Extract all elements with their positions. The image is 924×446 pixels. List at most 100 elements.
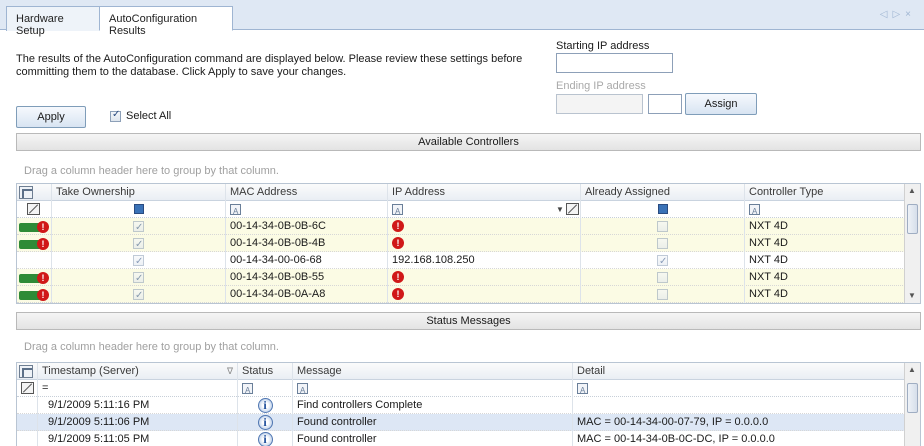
table-row[interactable]: 9/1/2009 5:11:05 PM i Found controller MAC … <box>17 431 905 446</box>
messages-scrollbar[interactable]: ▲ <box>904 363 920 446</box>
take-ownership-cell[interactable] <box>51 218 225 235</box>
info-icon: i <box>257 397 273 413</box>
controllers-header-row: Take Ownership MAC Address IP Address Al… <box>17 184 905 201</box>
mac-address-cell: 00-14-34-0B-0B-55 <box>225 269 387 286</box>
filter-dropdown-icon[interactable]: ▼ <box>556 201 564 218</box>
filter-controller-type[interactable] <box>744 201 905 218</box>
error-icon: ! <box>392 288 404 301</box>
error-icon: ! <box>392 271 404 284</box>
select-all-checkbox[interactable] <box>110 109 121 122</box>
filter-detail[interactable] <box>572 380 905 397</box>
info-icon: i <box>257 414 273 430</box>
scroll-down-icon[interactable]: ▼ <box>908 291 916 300</box>
already-assigned-cell <box>580 269 744 286</box>
already-assigned-cell <box>580 252 744 269</box>
col-status[interactable]: Status <box>237 363 292 380</box>
ending-ip-input[interactable] <box>556 94 643 114</box>
controller-type-cell: NXT 4D <box>744 218 905 235</box>
error-icon: ! <box>392 237 404 250</box>
starting-ip-label: Starting IP address <box>556 40 650 52</box>
controller-type-cell: NXT 4D <box>744 235 905 252</box>
available-controllers-header: Available Controllers <box>16 133 921 151</box>
filter-status[interactable] <box>237 380 292 397</box>
table-row[interactable]: ! 00-14-34-0B-0A-A8! NXT 4D <box>17 286 905 303</box>
tab-hardware-setup[interactable]: Hardware Setup <box>6 6 100 37</box>
take-ownership-checkbox[interactable] <box>133 270 144 286</box>
take-ownership-cell[interactable] <box>51 252 225 269</box>
take-ownership-checkbox[interactable] <box>133 219 144 235</box>
clear-filter-icon[interactable] <box>17 201 51 218</box>
status-indicator: ! <box>19 221 51 233</box>
intro-line-1: The results of the AutoConfiguration com… <box>16 53 523 65</box>
col-mac-address[interactable]: MAC Address <box>225 184 387 201</box>
assign-button[interactable]: Assign <box>685 93 757 115</box>
ip-address-cell: ! <box>387 235 580 252</box>
filter-text-icon <box>392 203 403 218</box>
row-selector-cell <box>17 414 37 431</box>
error-icon: ! <box>37 238 49 250</box>
row-status-cell: ! <box>17 286 51 303</box>
already-assigned-checkbox <box>657 253 668 269</box>
controllers-scrollbar[interactable]: ▲ ▼ <box>904 184 920 303</box>
table-row[interactable]: ! 00-14-34-0B-0B-6C! NXT 4D <box>17 218 905 235</box>
table-row[interactable]: 00-14-34-00-06-68192.168.108.250 NXT 4D <box>17 252 905 269</box>
col-already-assigned[interactable]: Already Assigned <box>580 184 744 201</box>
filter-message[interactable] <box>292 380 572 397</box>
already-assigned-cell <box>580 218 744 235</box>
col-ip-address[interactable]: IP Address <box>387 184 580 201</box>
column-chooser-icon[interactable] <box>17 363 37 380</box>
message-cell: Found controller <box>292 431 572 446</box>
already-assigned-checkbox <box>657 220 668 232</box>
ending-ip-octet-input[interactable] <box>648 94 682 114</box>
message-cell: Find controllers Complete <box>292 397 572 414</box>
detail-cell <box>572 397 905 414</box>
filter-mac-address[interactable] <box>225 201 387 218</box>
take-ownership-checkbox[interactable] <box>133 236 144 252</box>
tab-scroll-arrows[interactable]: ◁▷× <box>880 9 916 20</box>
already-assigned-cell <box>580 286 744 303</box>
column-chooser-icon-glyph <box>19 186 33 199</box>
filter-ip-address[interactable]: ▼ <box>387 201 580 218</box>
scroll-up-icon[interactable]: ▲ <box>908 186 916 195</box>
filter-take-ownership[interactable] <box>51 201 225 218</box>
table-row[interactable]: 9/1/2009 5:11:16 PM i Find controllers Com… <box>17 397 905 414</box>
tab-autoconfiguration-results[interactable]: AutoConfiguration Results <box>99 6 233 37</box>
scroll-up-icon[interactable]: ▲ <box>908 365 916 374</box>
filter-funnel-icon[interactable]: ∇ <box>227 363 233 380</box>
mac-address-cell: 00-14-34-00-06-68 <box>225 252 387 269</box>
take-ownership-cell[interactable] <box>51 235 225 252</box>
col-timestamp[interactable]: Timestamp (Server) ∇ <box>37 363 237 380</box>
ending-ip-label: Ending IP address <box>556 80 646 92</box>
detail-cell: MAC = 00-14-34-0B-0C-DC, IP = 0.0.0.0 <box>572 431 905 446</box>
starting-ip-input[interactable] <box>556 53 673 73</box>
filter-text-icon <box>230 203 241 218</box>
col-controller-type[interactable]: Controller Type <box>744 184 905 201</box>
controller-type-cell: NXT 4D <box>744 286 905 303</box>
table-row[interactable]: ! 00-14-34-0B-0B-4B! NXT 4D <box>17 235 905 252</box>
clear-filter-icon[interactable] <box>566 203 579 215</box>
apply-button[interactable]: Apply <box>16 106 86 128</box>
table-row[interactable]: 9/1/2009 5:11:06 PM i Found controller MAC … <box>17 414 905 431</box>
row-status-cell <box>17 252 51 269</box>
take-ownership-checkbox[interactable] <box>133 253 144 269</box>
take-ownership-checkbox[interactable] <box>133 287 144 303</box>
ip-address-cell: ! <box>387 218 580 235</box>
filter-timestamp[interactable]: = <box>37 380 237 397</box>
take-ownership-cell[interactable] <box>51 269 225 286</box>
col-take-ownership[interactable]: Take Ownership <box>51 184 225 201</box>
scroll-thumb[interactable] <box>907 383 918 413</box>
col-detail[interactable]: Detail <box>572 363 905 380</box>
column-chooser-icon[interactable] <box>17 184 51 201</box>
table-row[interactable]: ! 00-14-34-0B-0B-55! NXT 4D <box>17 269 905 286</box>
filter-text-icon <box>242 382 253 397</box>
col-message[interactable]: Message <box>292 363 572 380</box>
scroll-thumb[interactable] <box>907 204 918 234</box>
already-assigned-cell <box>580 235 744 252</box>
filter-already-assigned[interactable] <box>580 201 744 218</box>
mac-address-cell: 00-14-34-0B-0B-6C <box>225 218 387 235</box>
controllers-group-hint: Drag a column header here to group by th… <box>24 165 279 177</box>
clear-filter-icon[interactable] <box>17 380 37 397</box>
take-ownership-cell[interactable] <box>51 286 225 303</box>
select-all[interactable]: Select All <box>110 109 171 122</box>
column-chooser-icon-glyph <box>19 365 33 378</box>
